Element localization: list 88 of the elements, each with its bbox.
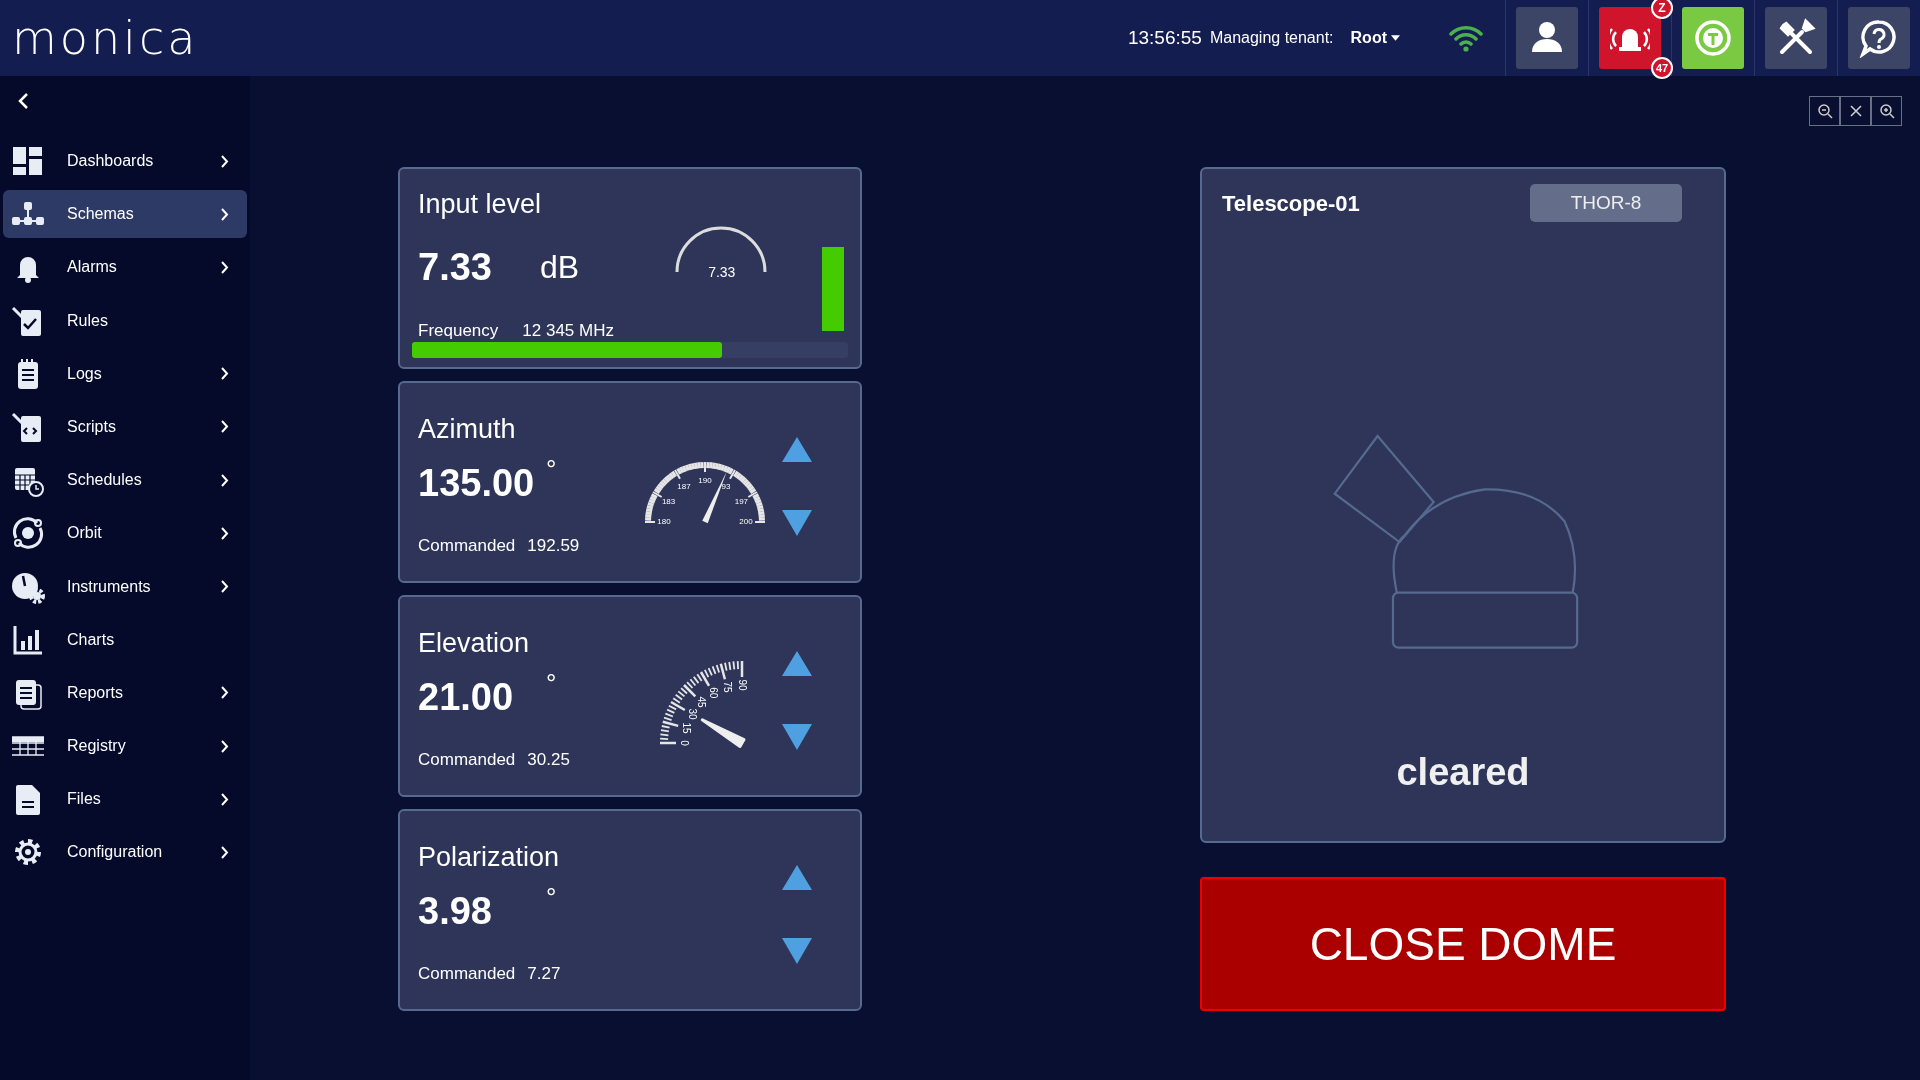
reading-value: 7.33 [418, 248, 493, 286]
tick-label: 0 [679, 740, 691, 746]
increase-button[interactable] [782, 650, 812, 676]
reading-value: 21.00 [418, 678, 515, 716]
increase-button[interactable] [782, 436, 812, 462]
close-dome-button[interactable]: CLOSE DOME [1200, 877, 1726, 1011]
down-triangle-icon [782, 510, 812, 536]
status-text: cleared [1396, 750, 1530, 795]
sidebar-item[interactable]: Configuration [3, 828, 247, 877]
device-tag: THOR-8 [1530, 184, 1682, 222]
unit-label: dB [540, 251, 580, 283]
widget-title: Elevation [418, 630, 531, 657]
gauge-needle [700, 718, 746, 748]
sidebar-item[interactable]: Schemas [3, 190, 247, 239]
tick-label: 93 [721, 481, 731, 491]
up-triangle-icon [782, 436, 812, 462]
increase-button[interactable] [782, 864, 812, 890]
sidebar-item[interactable]: Scripts [3, 402, 247, 451]
down-triangle-icon [782, 938, 812, 964]
unit-label: ° [546, 456, 557, 482]
widget-title: Input level [418, 191, 543, 218]
commanded-label: Commanded [418, 749, 516, 771]
tick-label: 75 [722, 681, 734, 693]
sidebar-item[interactable]: Charts [3, 615, 247, 664]
tick-label: 45 [696, 696, 708, 708]
logo: monica [12, 9, 199, 67]
sidebar-item[interactable]: Registry [3, 722, 247, 771]
tenant-label: Managing tenant: [1209, 28, 1334, 48]
panel-title: Telescope-01 [1222, 189, 1361, 218]
tick-label: 197 [734, 497, 749, 506]
tick-label: 180 [657, 517, 671, 526]
decrease-button[interactable] [782, 724, 812, 750]
widget-title: Polarization [418, 844, 561, 871]
caret-icon [1391, 35, 1400, 41]
sidebar-item[interactable]: Files [3, 775, 247, 824]
zoom-out-button[interactable] [1809, 96, 1840, 126]
frequency-label: Frequency [418, 320, 499, 342]
decrease-button[interactable] [782, 938, 812, 964]
sidebar-item[interactable]: Reports [3, 668, 247, 717]
tenant-dropdown[interactable]: Root [1349, 25, 1401, 51]
tick-label: 90 [737, 679, 749, 691]
sidebar-item[interactable]: Rules [3, 296, 247, 345]
wifi-icon [1449, 24, 1483, 52]
sidebar-item[interactable]: Orbit [3, 509, 247, 558]
tick-label: 60 [708, 687, 720, 699]
alarm-count-badge: Z [1651, 0, 1673, 19]
reading-value: 3.98 [418, 892, 493, 930]
clock-time: 13:56:55 [1127, 25, 1202, 50]
sidebar-item[interactable]: Instruments [3, 562, 247, 611]
commanded-label: Commanded [418, 963, 516, 985]
tools-button[interactable] [1765, 7, 1827, 69]
unit-label: ° [546, 884, 557, 910]
alarm-count-badge: 47 [1651, 57, 1673, 79]
unit-label: ° [546, 670, 557, 696]
help-icon [1859, 18, 1899, 58]
reading-value: 135.00 [418, 464, 536, 502]
zoom-in-icon [1878, 103, 1895, 119]
commanded-value: 30.25 [527, 749, 570, 771]
commanded-label: Commanded [418, 535, 516, 557]
tick-label: 183 [661, 497, 676, 506]
tick-label: 30 [687, 708, 699, 720]
t-circle-icon [1693, 18, 1733, 58]
sidebar-item[interactable]: Logs [3, 349, 247, 398]
tick-label: 190 [698, 476, 712, 485]
chevron-left-icon [17, 91, 29, 110]
down-triangle-icon [782, 724, 812, 750]
zoom-out-icon [1816, 103, 1833, 119]
up-triangle-icon [782, 650, 812, 676]
sidebar-item[interactable]: Alarms [3, 243, 247, 292]
user-button[interactable] [1516, 7, 1578, 69]
close-icon [1847, 103, 1864, 119]
frequency-value: 12 345 MHz [522, 320, 614, 342]
gauge-reading: 7.33 [708, 263, 736, 282]
tick-label: 15 [681, 722, 693, 734]
orbit-icon [11, 516, 45, 551]
sidebar-item[interactable]: Schedules [3, 456, 247, 505]
dashboard-icon [11, 144, 45, 178]
decrease-button[interactable] [782, 510, 812, 536]
widget-title: Azimuth [418, 416, 517, 443]
tick-label: 200 [739, 517, 753, 526]
zoom-in-button[interactable] [1871, 96, 1902, 126]
close-button[interactable] [1840, 96, 1871, 126]
help-button[interactable] [1848, 7, 1910, 69]
commanded-value: 192.59 [527, 535, 580, 557]
tick-label: 187 [677, 481, 691, 491]
commanded-value: 7.27 [527, 963, 561, 985]
sidebar-item[interactable]: Dashboards [3, 137, 247, 185]
up-triangle-icon [782, 864, 812, 890]
